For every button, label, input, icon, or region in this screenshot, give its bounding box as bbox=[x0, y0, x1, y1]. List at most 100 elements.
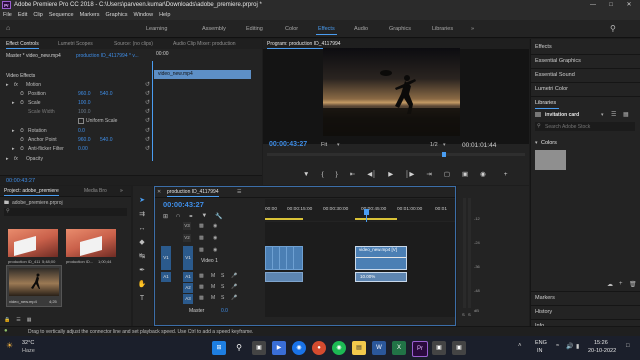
position-x-value[interactable]: 960.0 bbox=[78, 90, 91, 98]
menu-sequence[interactable]: Sequence bbox=[49, 10, 74, 20]
fit-dropdown[interactable]: Fit bbox=[321, 142, 327, 148]
workspace-editing[interactable]: Editing bbox=[246, 26, 263, 32]
add-button-icon[interactable]: + bbox=[504, 171, 508, 178]
sync-lock-icon[interactable]: ▩ bbox=[199, 235, 204, 241]
mark-in-icon[interactable]: { bbox=[321, 171, 323, 178]
go-to-in-icon[interactable]: ⇤ bbox=[350, 170, 355, 178]
solo-button[interactable]: S bbox=[221, 284, 224, 290]
linked-selection-icon[interactable]: ⚭ bbox=[188, 213, 193, 220]
project-thumbnail[interactable] bbox=[8, 229, 58, 257]
scale-value[interactable]: 100.0 bbox=[78, 99, 91, 107]
home-icon[interactable]: ⌂ bbox=[6, 25, 14, 33]
hand-tool-icon[interactable]: ✋ bbox=[137, 280, 147, 290]
chevron-down-icon[interactable]: ▾ bbox=[601, 112, 604, 118]
wrench-icon[interactable]: 🔧 bbox=[215, 213, 222, 220]
sync-lock-icon[interactable]: ▩ bbox=[199, 284, 204, 290]
libraries-tab[interactable]: Libraries bbox=[535, 100, 556, 106]
disclosure-triangle-icon[interactable]: ▸ bbox=[12, 127, 15, 135]
word-icon[interactable]: W bbox=[372, 341, 386, 355]
reset-icon[interactable]: ↺ bbox=[145, 117, 150, 125]
region-indicator[interactable]: IN bbox=[537, 348, 543, 354]
tab-media-browser[interactable]: Media Bro bbox=[84, 188, 107, 194]
disclosure-triangle-icon[interactable]: ▸ bbox=[6, 81, 9, 89]
stock-search-input[interactable] bbox=[545, 122, 633, 131]
go-to-out-icon[interactable]: ⇥ bbox=[426, 170, 431, 178]
list-view-icon[interactable]: ☰ bbox=[611, 111, 616, 118]
menu-markers[interactable]: Markers bbox=[80, 10, 100, 20]
ec-playhead[interactable] bbox=[152, 61, 153, 161]
weather-text[interactable]: Haze bbox=[22, 348, 35, 354]
stopwatch-icon[interactable]: ⏱ bbox=[20, 127, 24, 135]
type-tool-icon[interactable]: T bbox=[137, 294, 147, 304]
weather-temp[interactable]: 32°C bbox=[22, 340, 34, 346]
track-label-a1[interactable]: A1 bbox=[183, 272, 193, 282]
sync-lock-icon[interactable]: ▩ bbox=[199, 247, 204, 253]
essential-graphics-tab[interactable]: Essential Graphics bbox=[535, 58, 581, 64]
workspace-learning[interactable]: Learning bbox=[146, 26, 167, 32]
tab-effect-controls[interactable]: Effect Controls bbox=[6, 41, 39, 49]
reset-icon[interactable]: ↺ bbox=[145, 127, 150, 135]
tab-sequence[interactable]: production ID_4117994 bbox=[167, 189, 219, 197]
master-clip-label[interactable]: Master * video_new.mp4 bbox=[6, 53, 61, 59]
essential-sound-tab[interactable]: Essential Sound bbox=[535, 72, 575, 78]
source-patch-a1[interactable]: A1 bbox=[161, 272, 171, 282]
program-video-frame[interactable] bbox=[323, 48, 460, 136]
list-view-icon[interactable]: ☰ bbox=[16, 317, 20, 323]
master-track-value[interactable]: 0.0 bbox=[221, 308, 228, 314]
effects-panel-tab[interactable]: Effects bbox=[535, 44, 552, 50]
reset-icon[interactable]: ↺ bbox=[145, 145, 150, 153]
sequence-clip-label[interactable]: production ID_4117994 * v... bbox=[76, 53, 139, 59]
premiere-taskbar-icon[interactable]: Pr bbox=[412, 341, 428, 357]
reset-icon[interactable]: ↺ bbox=[145, 136, 150, 144]
clock-time[interactable]: 15:26 bbox=[594, 340, 608, 346]
tab-source[interactable]: Source: (no clips) bbox=[114, 41, 153, 47]
lift-icon[interactable]: ▢ bbox=[444, 170, 450, 178]
playback-resolution-dropdown[interactable]: 1/2 bbox=[430, 142, 438, 148]
chevron-down-icon[interactable]: ▾ bbox=[443, 142, 446, 148]
eye-icon[interactable]: ◉ bbox=[213, 235, 217, 241]
add-marker-icon[interactable]: ▼ bbox=[201, 213, 207, 219]
tab-audio-clip-mixer[interactable]: Audio Clip Mixer: production bbox=[173, 41, 236, 47]
razor-tool-icon[interactable]: ◆ bbox=[137, 238, 147, 248]
search-icon[interactable]: ⚲ bbox=[6, 208, 10, 214]
program-playhead[interactable] bbox=[442, 152, 446, 157]
sync-lock-icon[interactable]: ▩ bbox=[199, 273, 204, 279]
menu-edit[interactable]: Edit bbox=[18, 10, 27, 20]
project-thumbnail[interactable] bbox=[9, 268, 59, 296]
task-view-icon[interactable]: ▣ bbox=[252, 341, 266, 355]
workspace-more[interactable]: » bbox=[471, 26, 474, 32]
markers-tab[interactable]: Markers bbox=[535, 295, 555, 301]
track-label-v1[interactable]: V1 bbox=[183, 246, 193, 270]
close-button[interactable]: ✕ bbox=[620, 0, 638, 10]
menu-window[interactable]: Window bbox=[134, 10, 154, 20]
battery-icon[interactable]: ▮ bbox=[576, 343, 579, 350]
menu-help[interactable]: Help bbox=[159, 10, 170, 20]
close-icon[interactable]: ✕ bbox=[157, 189, 161, 195]
project-thumbnail[interactable] bbox=[66, 229, 116, 257]
video-call-icon[interactable]: ▶ bbox=[272, 341, 286, 355]
audio-clip[interactable] bbox=[265, 272, 303, 282]
workspace-color[interactable]: Color bbox=[285, 26, 298, 32]
tab-program[interactable]: Program: production ID_4117994 bbox=[267, 41, 341, 49]
lumetri-color-tab[interactable]: Lumetri Color bbox=[535, 86, 568, 92]
workspace-audio[interactable]: Audio bbox=[354, 26, 368, 32]
add-marker-icon[interactable]: ▼ bbox=[303, 171, 309, 178]
folder-icon[interactable]: ▤ bbox=[352, 341, 366, 355]
mark-out-icon[interactable]: } bbox=[336, 171, 338, 178]
chevron-down-icon[interactable]: ▾ bbox=[337, 142, 340, 148]
workspace-assembly[interactable]: Assembly bbox=[202, 26, 226, 32]
disclosure-triangle-icon[interactable]: ▸ bbox=[6, 155, 9, 163]
track-label-v3[interactable]: V3 bbox=[183, 222, 191, 230]
nest-icon[interactable]: ⊞ bbox=[163, 213, 168, 220]
search-icon[interactable]: ⚲ bbox=[610, 24, 620, 34]
track-label-v2[interactable]: V2 bbox=[183, 234, 191, 242]
edge-icon[interactable]: ◉ bbox=[332, 341, 346, 355]
video-clip-selected[interactable]: video_new.mp4 [V] bbox=[355, 246, 407, 270]
reset-icon[interactable]: ↺ bbox=[145, 90, 150, 98]
track-select-tool-icon[interactable]: ⇉ bbox=[137, 210, 147, 220]
slip-tool-icon[interactable]: ↹ bbox=[137, 252, 147, 262]
timeline-timecode[interactable]: 00:00:43:27 bbox=[163, 200, 204, 209]
clock-date[interactable]: 20-10-2022 bbox=[588, 348, 616, 354]
step-forward-icon[interactable]: │▶ bbox=[405, 170, 414, 178]
solo-left-button[interactable]: S bbox=[462, 312, 465, 317]
